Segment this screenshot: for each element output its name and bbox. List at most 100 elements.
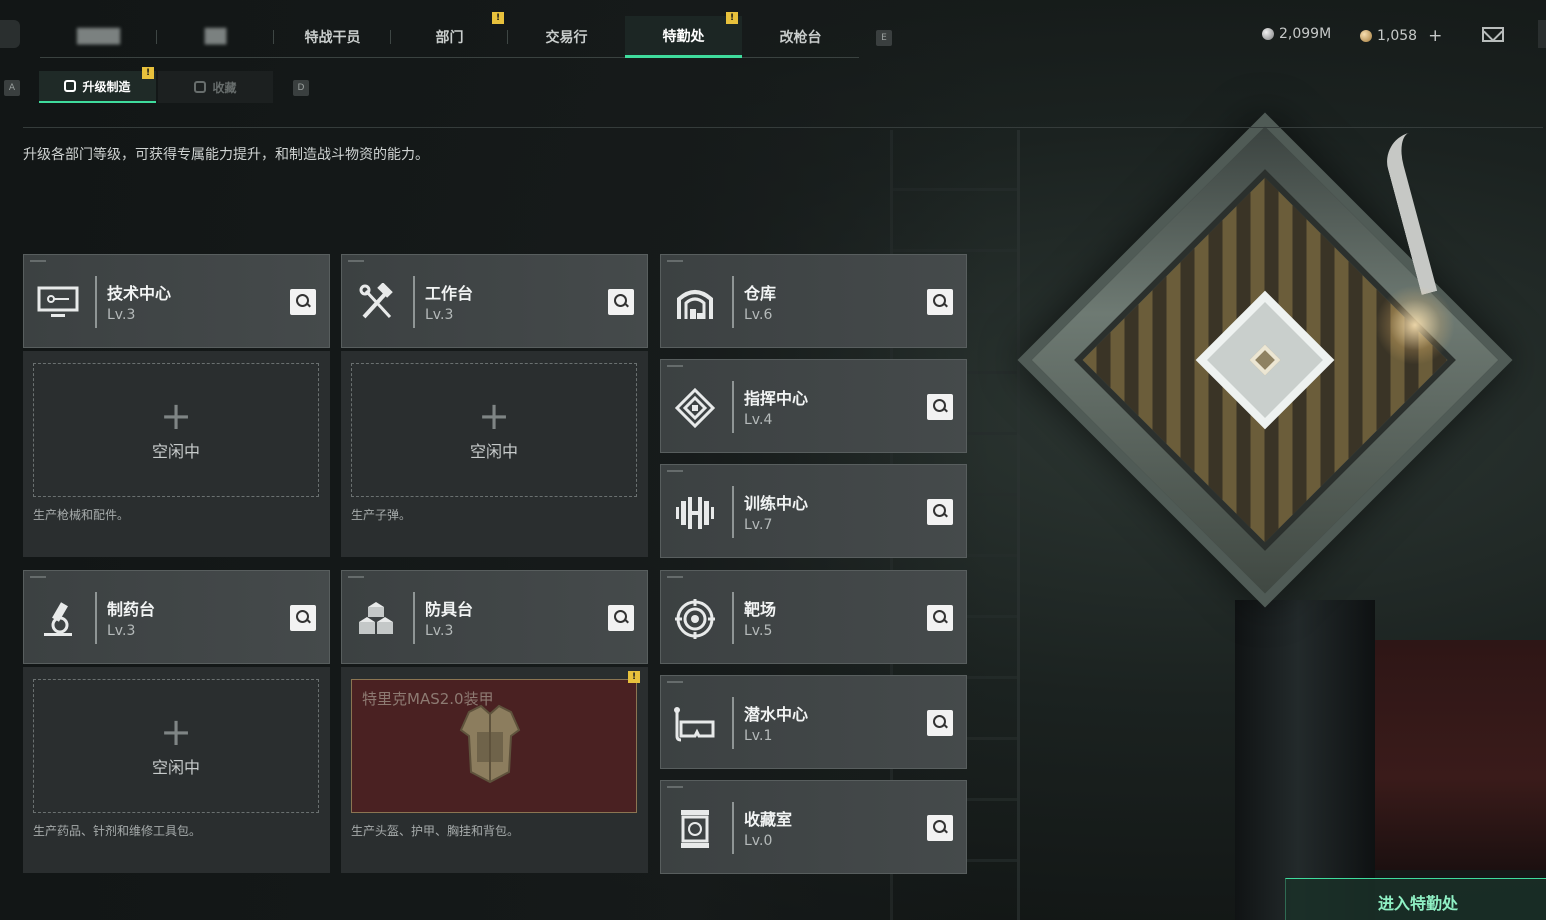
dept-level: Lv.3 [107, 623, 136, 639]
dept-card-pharmacy[interactable]: 制药台 Lv.3 [23, 570, 330, 664]
dept-level: Lv.3 [425, 623, 454, 639]
dept-card-workbench[interactable]: 工作台 Lv.3 [341, 254, 648, 348]
dept-card-warehouse[interactable]: 仓库 Lv.6 [660, 254, 967, 348]
tab-blurred-2[interactable]: ██ [157, 16, 274, 58]
display-case-icon [673, 807, 717, 851]
divider [23, 127, 1543, 128]
production-workbench: + 空闲中 生产子弹。 [341, 351, 648, 557]
dept-card-collection[interactable]: 收藏室 Lv.0 [660, 780, 967, 874]
dept-card-diving[interactable]: 潜水中心 Lv.1 [660, 675, 967, 769]
dept-name: 训练中心 [744, 494, 809, 513]
dept-name: 潜水中心 [744, 705, 809, 724]
subtab-upgrade[interactable]: 升级制造 ! [39, 67, 156, 103]
dept-level: Lv.1 [744, 728, 773, 744]
tab-blurred-1[interactable]: ████ [40, 16, 157, 58]
plus-icon: + [160, 394, 192, 438]
gold-coin-icon [1360, 30, 1372, 42]
dept-name: 工作台 [425, 284, 474, 303]
search-icon[interactable] [608, 289, 634, 315]
main-tabs: ████ ██ 特战干员 部门! 交易行 特勤处! 改枪台 [40, 12, 859, 58]
search-icon[interactable] [290, 289, 316, 315]
production-item[interactable]: 特里克MAS2.0装甲 [351, 679, 637, 813]
search-icon[interactable] [608, 605, 634, 631]
production-slot[interactable]: + 空闲中 [351, 363, 637, 497]
plus-icon: + [478, 394, 510, 438]
dept-card-tech[interactable]: 技术中心 Lv.3 [23, 254, 330, 348]
production-desc: 生产子弹。 [351, 508, 412, 522]
tab-special-ops[interactable]: 特勤处! [625, 12, 742, 58]
silver-coin-icon [1262, 28, 1274, 40]
plus-icon: + [160, 710, 192, 754]
top-bar: ████ ██ 特战干员 部门! 交易行 特勤处! 改枪台 E 2,099M 1… [0, 0, 1546, 62]
idle-status: 空闲中 [469, 442, 518, 461]
dept-name: 收藏室 [744, 810, 793, 829]
key-hint-prev-subtab: A [4, 80, 20, 96]
cubes-icon [354, 597, 398, 641]
upgrade-icon [64, 80, 77, 92]
dept-name: 技术中心 [107, 284, 172, 303]
key-hint-next-subtab: D [293, 80, 309, 96]
dept-level: Lv.4 [744, 412, 773, 428]
alert-badge: ! [492, 12, 504, 24]
collection-icon [194, 81, 207, 93]
page-description: 升级各部门等级，可获得专属能力提升，和制造战斗物资的能力。 [23, 147, 429, 163]
alert-badge: ! [142, 67, 154, 79]
silver-currency: 2,099M [1262, 26, 1331, 42]
dept-card-command[interactable]: 指挥中心 Lv.4 [660, 359, 967, 453]
add-currency-button[interactable]: + [1428, 26, 1442, 46]
gold-currency: 1,058 + [1360, 26, 1442, 46]
tab-trading[interactable]: 交易行 [508, 16, 625, 58]
search-icon[interactable] [927, 289, 953, 315]
cube-pillar [1235, 600, 1375, 920]
target-icon [673, 597, 717, 641]
production-armor: 特里克MAS2.0装甲 ! 生产头盔、护甲、胸挂和背包。 [341, 667, 648, 873]
idle-status: 空闲中 [151, 758, 200, 777]
dept-level: Lv.6 [744, 307, 773, 323]
welding-glow [1375, 285, 1455, 365]
alert-badge: ! [726, 12, 738, 24]
tab-gunsmith[interactable]: 改枪台 [742, 16, 859, 58]
idle-status: 空闲中 [151, 442, 200, 461]
search-icon[interactable] [927, 710, 953, 736]
dept-name: 靶场 [744, 600, 777, 619]
search-icon[interactable] [290, 605, 316, 631]
search-icon[interactable] [927, 394, 953, 420]
key-hint-next-tab: E [876, 30, 892, 46]
alert-badge: ! [628, 671, 640, 683]
production-tech: + 空闲中 生产枪械和配件。 [23, 351, 330, 557]
dept-level: Lv.3 [425, 307, 454, 323]
production-pharmacy: + 空闲中 生产药品、针剂和维修工具包。 [23, 667, 330, 873]
dept-level: Lv.3 [107, 307, 136, 323]
goggles-icon [673, 702, 717, 746]
hammer-wrench-icon [354, 281, 398, 325]
dept-name: 防具台 [425, 600, 474, 619]
tab-departments[interactable]: 部门! [391, 12, 508, 58]
search-icon[interactable] [927, 499, 953, 525]
dept-card-armor[interactable]: 防具台 Lv.3 [341, 570, 648, 664]
dept-card-training[interactable]: 训练中心 Lv.7 [660, 464, 967, 558]
production-desc: 生产头盔、护甲、胸挂和背包。 [351, 824, 520, 838]
dept-name: 指挥中心 [744, 389, 809, 408]
warehouse-icon [673, 281, 717, 325]
production-slot[interactable]: + 空闲中 [33, 679, 319, 813]
production-desc: 生产枪械和配件。 [33, 508, 130, 522]
dept-card-range[interactable]: 靶场 Lv.5 [660, 570, 967, 664]
search-icon[interactable] [927, 815, 953, 841]
dept-level: Lv.0 [744, 833, 773, 849]
back-button[interactable] [0, 20, 20, 48]
tab-operators[interactable]: 特战干员 [274, 16, 391, 58]
monitor-icon [36, 281, 80, 325]
dumbbell-icon [673, 491, 717, 535]
production-slot[interactable]: + 空闲中 [33, 363, 319, 497]
armor-vest-icon [459, 704, 521, 784]
microscope-icon [36, 597, 80, 641]
dept-level: Lv.7 [744, 517, 773, 533]
mail-icon[interactable] [1482, 27, 1504, 42]
menu-edge[interactable] [1538, 20, 1546, 48]
dept-name: 制药台 [107, 600, 156, 619]
search-icon[interactable] [927, 605, 953, 631]
command-icon [673, 386, 717, 430]
enter-special-ops-button[interactable]: 进入特勤处 [1285, 878, 1546, 920]
production-desc: 生产药品、针剂和维修工具包。 [33, 824, 202, 838]
subtab-collection[interactable]: 收藏 [158, 71, 273, 103]
